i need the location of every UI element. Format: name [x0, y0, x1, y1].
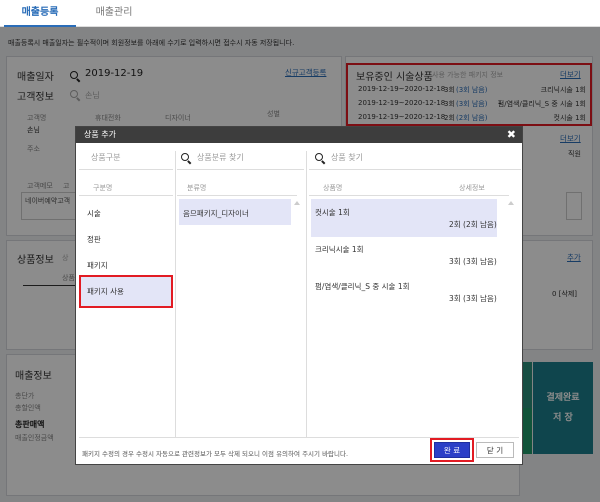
scroll-up-icon[interactable]: [294, 201, 300, 205]
product-name-header: 상품명: [323, 184, 343, 192]
tab-sales-register[interactable]: 매출등록: [4, 0, 76, 27]
category-subheader: 구분명: [93, 184, 113, 192]
product-column: 상품 찾기 상품명 상세정보 컷시술 1회 2회 (2회 남음) 크리닉시술 1…: [309, 151, 521, 451]
product-item-detail: 2회 (2회 남음): [449, 220, 497, 229]
divider: [79, 169, 173, 170]
close-button[interactable]: 닫 기: [476, 442, 514, 458]
product-item-name[interactable]: 펌/염색/클리닉_S 중 시술 1회: [315, 281, 410, 292]
footer-note: 패키지 수정의 경우 수정시 자동으로 관련정보가 모두 삭제 되오니 이점 유…: [82, 450, 349, 458]
add-product-modal: 상품 추가 ✖ 상품구분 구분명 시술 정판 패키지 패키지 사용 상품분류 찾…: [75, 126, 523, 465]
tab-sales-manage[interactable]: 매출관리: [82, 0, 146, 27]
highlight-complete: [430, 438, 474, 462]
product-item-detail: 3회 (3회 남음): [449, 294, 497, 303]
tab-bar: 매출등록 매출관리: [0, 0, 600, 27]
product-detail-header: 상세정보: [459, 184, 485, 192]
list-item[interactable]: 정판: [87, 234, 101, 245]
classification-column: 상품분류 찾기 분류명 음므패키지_디자이너: [177, 151, 304, 451]
modal-header: 상품 추가 ✖: [76, 127, 522, 143]
classification-search-input[interactable]: 상품분류 찾기: [177, 151, 304, 165]
product-item-name[interactable]: 컷시술 1회: [315, 207, 350, 218]
close-icon[interactable]: ✖: [507, 127, 516, 143]
classification-subheader: 분류명: [187, 184, 207, 192]
scroll-up-icon[interactable]: [508, 201, 514, 205]
selected-row-bg: [311, 199, 497, 237]
category-header: 상품구분: [91, 153, 121, 162]
column-divider: [306, 151, 307, 437]
divider: [79, 195, 173, 196]
list-item[interactable]: 시술: [87, 208, 101, 219]
list-item-selected[interactable]: 음므패키지_디자이너: [183, 208, 249, 219]
product-item-name[interactable]: 크리닉시술 1회: [315, 244, 364, 255]
product-item-detail: 3회 (3회 남음): [449, 257, 497, 266]
product-search-input[interactable]: 상품 찾기: [309, 151, 521, 165]
column-divider: [175, 151, 176, 437]
divider: [309, 169, 521, 170]
divider: [177, 195, 297, 196]
modal-title: 상품 추가: [84, 130, 116, 139]
list-item[interactable]: 패키지: [87, 260, 108, 271]
divider: [309, 195, 509, 196]
highlight-package-use: [79, 275, 173, 308]
divider: [177, 169, 304, 170]
